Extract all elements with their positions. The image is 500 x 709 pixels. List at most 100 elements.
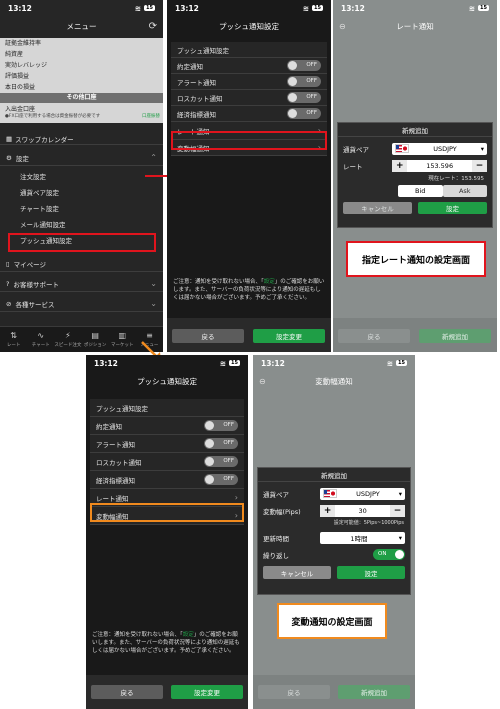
stat-0: 証拠金維持率: [5, 40, 42, 47]
confirm-button[interactable]: 設定: [337, 566, 405, 579]
back-button[interactable]: 戻る: [338, 329, 410, 343]
interval-label: 更新時間: [263, 534, 289, 543]
save-button[interactable]: 設定変更: [171, 685, 243, 699]
menu-support[interactable]: ? お客様サポート ⌄: [0, 276, 163, 292]
tab-chart[interactable]: ∿ チャート: [27, 327, 54, 352]
range-notice-screen: 13:12 ≋ 15 ⊖ 変動幅通知 新規追加 通貨ペア USDJPY ▾ 変動幅…: [253, 355, 415, 709]
settings-item-order[interactable]: 注文設定: [0, 168, 163, 184]
battery-icon: 15: [144, 5, 155, 11]
dialog-title: 新規追加: [338, 123, 492, 137]
section-header: プッシュ通知設定: [90, 399, 244, 417]
speed-icon: ⚡: [65, 331, 71, 340]
chevron-down-icon: ⌄: [150, 279, 157, 288]
tab-rate[interactable]: ⇅ レート: [0, 327, 27, 352]
settings-item-chart[interactable]: チャート設定: [0, 200, 163, 216]
pair-label: 通貨ペア: [343, 145, 369, 154]
losscut-toggle[interactable]: OFF: [287, 92, 321, 103]
settings-link[interactable]: 設定: [264, 279, 275, 285]
minus-button[interactable]: −: [472, 159, 487, 172]
rate-notice-screen: 13:12 ≋ 15 ⊖ レート通知 新規追加 通貨ペア USDJPY ▾ レート…: [333, 0, 497, 352]
tab-market[interactable]: ▥ マーケット: [109, 327, 136, 352]
rate-input[interactable]: 153.596: [407, 159, 472, 172]
services-icon: ⊘: [6, 299, 12, 308]
pair-label: 通貨ペア: [263, 490, 289, 499]
stat-1: 純資産: [5, 51, 24, 58]
alert-toggle[interactable]: OFF: [204, 438, 238, 449]
add-button[interactable]: 新規追加: [338, 685, 410, 699]
save-button[interactable]: 設定変更: [253, 329, 325, 343]
deposit-note: ●FX口座で利用する場合は資金振替が必要です: [5, 114, 101, 119]
refresh-icon[interactable]: ⟳: [149, 21, 157, 32]
help-icon: ?: [6, 279, 10, 288]
push-settings-screen-2: 13:12 ≋ 15 プッシュ通知設定 プッシュ通知設定 約定通知 OFF アラート…: [86, 355, 248, 709]
plus-button[interactable]: +: [320, 504, 336, 517]
menu-services[interactable]: ⊘ 各種サービス ⌄: [0, 296, 163, 312]
rate-caption: 指定レート通知の設定画面: [346, 241, 486, 277]
back-button[interactable]: 戻る: [172, 329, 244, 343]
stat-2: 実効レバレッジ: [5, 62, 48, 69]
range-stepper: + 30 −: [320, 504, 405, 517]
page-title: メニュー: [66, 21, 97, 31]
tab-speed-order[interactable]: ⚡ スピード注文: [54, 327, 81, 352]
highlight-rate-notice: [171, 131, 327, 150]
page-title: プッシュ通知設定: [137, 376, 197, 386]
minus-button[interactable]: −: [390, 504, 405, 517]
alert-toggle[interactable]: OFF: [287, 76, 321, 87]
highlight-range-notice: [90, 503, 244, 522]
rate-label: レート: [343, 162, 363, 171]
repeat-label: 繰り返し: [263, 551, 289, 560]
settings-item-pair[interactable]: 通貨ペア設定: [0, 184, 163, 200]
tab-position[interactable]: ▤ ポジション: [82, 327, 109, 352]
stat-3: 評価損益: [5, 73, 30, 80]
chevron-up-icon: ⌃: [150, 153, 157, 162]
back-button[interactable]: 戻る: [91, 685, 163, 699]
confirm-button[interactable]: 設定: [418, 202, 487, 214]
position-icon: ▤: [91, 331, 99, 340]
execution-toggle[interactable]: OFF: [287, 60, 321, 71]
swap-calendar[interactable]: ▦ スワップカレンダー: [0, 133, 163, 145]
page-title: レート通知: [396, 21, 434, 31]
cancel-button[interactable]: キャンセル: [263, 566, 331, 579]
usdjpy-flag-icon: [395, 144, 410, 153]
cancel-button[interactable]: キャンセル: [343, 202, 412, 214]
menu-mypage[interactable]: ▯ マイページ: [0, 256, 163, 272]
indicator-toggle[interactable]: OFF: [287, 108, 321, 119]
ask-button[interactable]: Ask: [442, 185, 487, 197]
back-icon[interactable]: ⊖: [339, 22, 346, 31]
chart-icon: ∿: [37, 331, 45, 340]
pair-select[interactable]: USDJPY ▾: [320, 487, 405, 500]
deposit-account[interactable]: 入出金口座 ●FX口座で利用する場合は資金振替が必要です 口座振替: [0, 103, 163, 123]
push-row-indicator: 経済指標通知 OFF: [90, 471, 244, 489]
battery-icon: 15: [312, 5, 323, 11]
repeat-toggle[interactable]: ON: [373, 549, 405, 560]
indicator-toggle[interactable]: OFF: [204, 474, 238, 485]
add-dialog: 新規追加 通貨ペア USDJPY ▾ レート + 153.596 − 現在レート…: [337, 122, 493, 228]
bid-button[interactable]: Bid: [398, 185, 443, 197]
gear-icon: ⚙: [6, 153, 12, 162]
settings-link[interactable]: 設定: [183, 632, 194, 638]
push-row-losscut: ロスカット通知 OFF: [171, 90, 327, 106]
page-title: 変動幅通知: [315, 376, 353, 386]
range-caption: 変動通知の設定画面: [277, 603, 387, 639]
stat-4: 本日の損益: [5, 84, 36, 91]
pair-select[interactable]: USDJPY ▾: [392, 142, 487, 155]
back-icon[interactable]: ⊖: [259, 377, 266, 386]
wifi-icon: ≋: [386, 358, 394, 368]
transfer-badge[interactable]: 口座振替: [142, 113, 160, 119]
bottom-actions: 戻る 新規追加: [253, 675, 415, 709]
range-input[interactable]: 30: [335, 504, 390, 517]
add-button[interactable]: 新規追加: [419, 329, 491, 343]
bottom-actions: 戻る 設定変更: [167, 318, 331, 352]
section-header: プッシュ通知設定: [171, 42, 327, 58]
back-button[interactable]: 戻る: [258, 685, 330, 699]
plus-button[interactable]: +: [392, 159, 408, 172]
settings-header[interactable]: ⚙ 設定 ⌃: [0, 150, 163, 166]
chevron-right-icon: ›: [234, 493, 238, 502]
notice-text: ご注意：通知を受け取れない場合、「設定」のご確認をお願いします。また、サーバーの…: [173, 279, 325, 301]
interval-select[interactable]: 1時間 ▾: [320, 531, 405, 544]
execution-toggle[interactable]: OFF: [204, 420, 238, 431]
losscut-toggle[interactable]: OFF: [204, 456, 238, 467]
range-hint: 設定可能値：5Pips~1000Pips: [333, 520, 404, 526]
wifi-icon: ≋: [219, 358, 227, 368]
settings-item-mail[interactable]: メール通知設定: [0, 216, 163, 232]
